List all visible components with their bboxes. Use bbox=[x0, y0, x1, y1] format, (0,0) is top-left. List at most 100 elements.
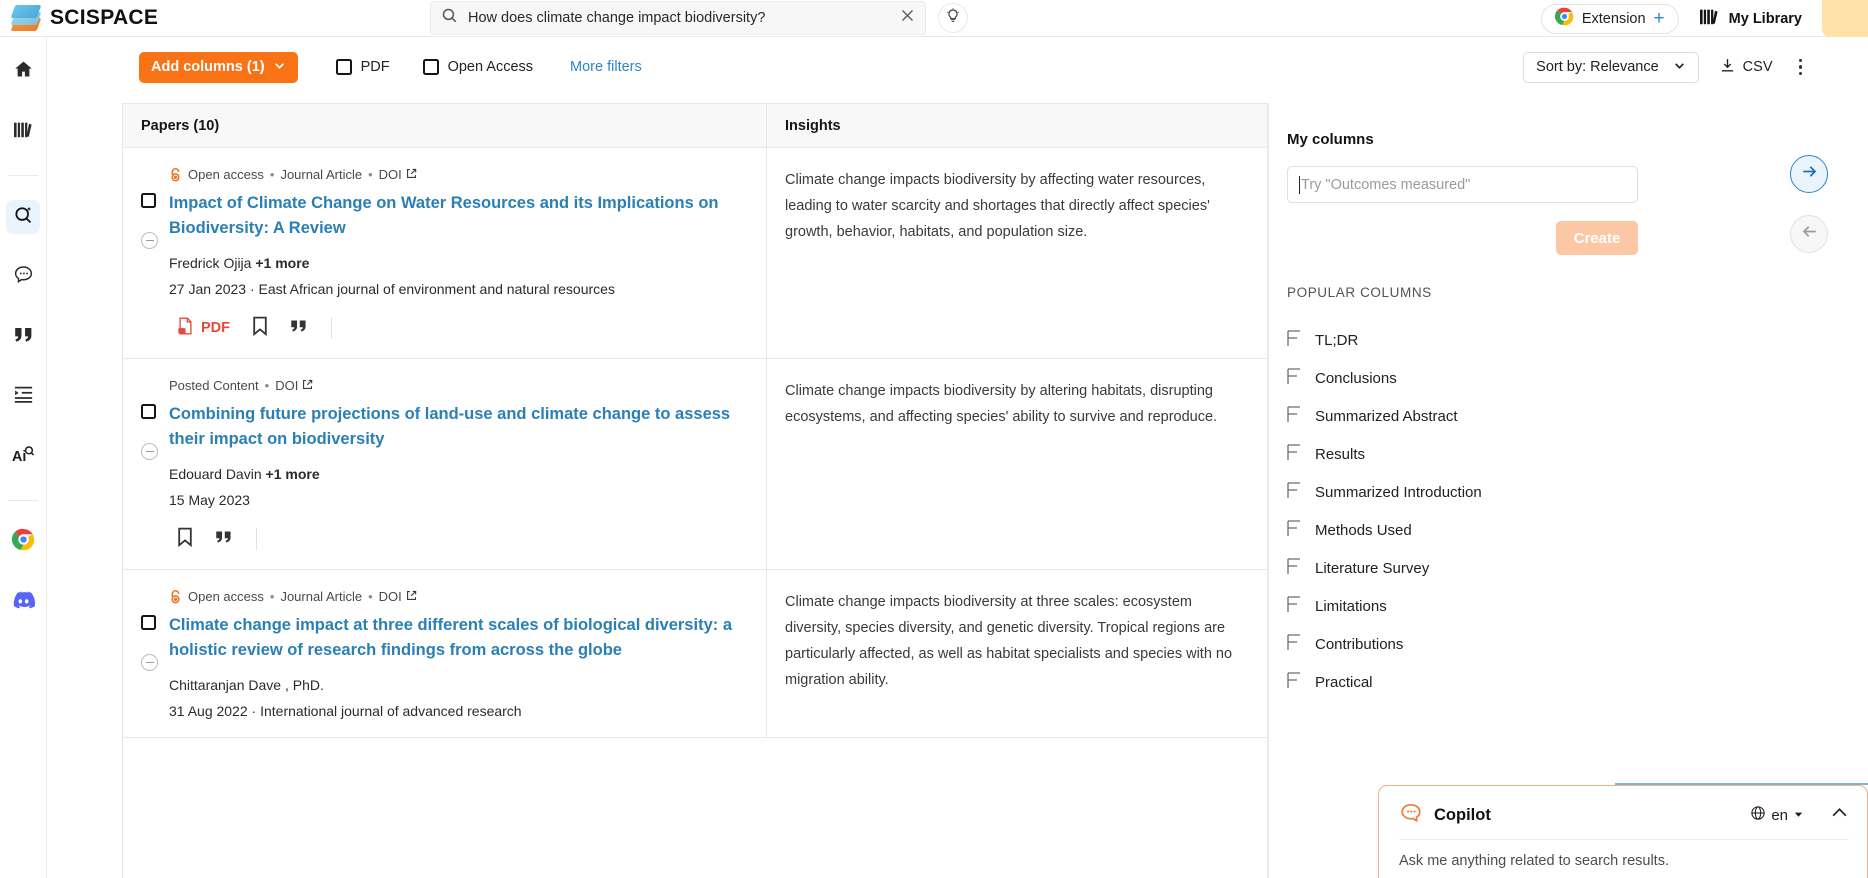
sidebar-item-ai-search[interactable] bbox=[6, 200, 40, 234]
list-item[interactable]: Summarized Introduction bbox=[1287, 473, 1768, 511]
paper-collapse-button[interactable] bbox=[141, 232, 158, 249]
paper-actions: PDF bbox=[169, 316, 748, 340]
sidebar-item-home[interactable] bbox=[6, 55, 40, 89]
scispace-app: SCISPACE How does climate change impact … bbox=[0, 0, 1868, 878]
sort-by-dropdown[interactable]: Sort by: Relevance bbox=[1523, 51, 1699, 83]
badge-separator: • bbox=[269, 589, 275, 604]
my-library-link[interactable]: My Library bbox=[1699, 7, 1802, 30]
search-bar[interactable]: How does climate change impact biodivers… bbox=[430, 1, 926, 35]
more-filters-link[interactable]: More filters bbox=[570, 59, 642, 75]
extension-button[interactable]: Extension + bbox=[1540, 3, 1679, 34]
column-label: Practical bbox=[1315, 673, 1373, 691]
chevron-down-icon bbox=[1793, 807, 1804, 824]
insights-column-header: Insights bbox=[767, 104, 1267, 147]
doi-link[interactable]: DOI bbox=[275, 378, 313, 393]
sidebar-item-chrome[interactable] bbox=[6, 525, 40, 559]
column-label: Methods Used bbox=[1315, 521, 1412, 539]
brand-name: SCISPACE bbox=[50, 6, 159, 29]
sidebar-divider-2 bbox=[8, 500, 38, 501]
sidebar-item-chat[interactable] bbox=[6, 260, 40, 294]
paper-title-row: Climate change impact at three different… bbox=[141, 613, 748, 671]
language-selector[interactable]: en bbox=[1750, 805, 1804, 825]
doi-link[interactable]: DOI bbox=[379, 589, 417, 604]
list-item[interactable]: Results bbox=[1287, 435, 1768, 473]
paper-authors: Chittaranjan Dave , PhD. bbox=[169, 677, 748, 693]
column-input-placeholder: Try "Outcomes measured" bbox=[1301, 176, 1471, 193]
list-item[interactable]: TL;DR bbox=[1287, 321, 1768, 359]
header-right-actions: Extension + My Library bbox=[1540, 0, 1868, 37]
bookmark-button[interactable] bbox=[169, 527, 215, 551]
date-separator: · bbox=[249, 281, 259, 297]
paper-date-journal: 31 Aug 2022 · International journal of a… bbox=[169, 703, 748, 719]
table-row: Posted Content • DOI Combining future pr… bbox=[123, 359, 1267, 570]
insight-text: Climate change impacts biodiversity by a… bbox=[785, 383, 1218, 425]
chevron-down-icon bbox=[1673, 59, 1686, 76]
chevron-up-icon[interactable] bbox=[1830, 803, 1849, 827]
more-authors-link[interactable]: +1 more bbox=[266, 466, 320, 482]
paper-authors: Fredrick Ojija +1 more bbox=[169, 255, 748, 271]
pdf-filter-label: PDF bbox=[360, 59, 390, 75]
create-column-button[interactable]: Create bbox=[1556, 221, 1638, 255]
cite-button[interactable] bbox=[215, 528, 254, 550]
sidebar-item-discord[interactable] bbox=[6, 585, 40, 619]
list-item[interactable]: Practical bbox=[1287, 663, 1768, 701]
doi-label: DOI bbox=[378, 167, 402, 182]
quote-icon bbox=[13, 326, 34, 348]
column-label: Results bbox=[1315, 445, 1366, 463]
paper-title-link[interactable]: Impact of Climate Change on Water Resour… bbox=[169, 191, 748, 241]
sidebar-item-paraphraser[interactable] bbox=[6, 380, 40, 414]
add-columns-button[interactable]: Add columns (1) bbox=[139, 51, 298, 83]
column-label: Literature Survey bbox=[1315, 559, 1430, 577]
export-csv-button[interactable]: CSV bbox=[1719, 57, 1773, 78]
paper-select-checkbox[interactable] bbox=[141, 615, 156, 630]
more-authors-link[interactable]: +1 more bbox=[255, 255, 309, 271]
insight-cell: Climate change impacts biodiversity by a… bbox=[767, 148, 1267, 358]
list-item[interactable]: Summarized Abstract bbox=[1287, 397, 1768, 435]
next-page-button[interactable] bbox=[1790, 155, 1828, 193]
column-label: Limitations bbox=[1315, 597, 1387, 615]
more-vertical-icon[interactable] bbox=[1793, 58, 1809, 76]
paper-select-checkbox[interactable] bbox=[141, 193, 156, 208]
chevron-down-icon bbox=[273, 59, 286, 76]
open-access-label: Open access bbox=[188, 589, 264, 604]
search-input[interactable]: How does climate change impact biodivers… bbox=[468, 10, 890, 26]
open-access-icon bbox=[169, 167, 182, 182]
doi-link[interactable]: DOI bbox=[379, 167, 417, 182]
column-label: Contributions bbox=[1315, 635, 1404, 653]
sidebar-item-ai-detector[interactable]: Ai bbox=[6, 440, 40, 474]
paper-title-link[interactable]: Climate change impact at three different… bbox=[169, 613, 748, 663]
app-header: SCISPACE How does climate change impact … bbox=[0, 0, 1868, 37]
sidebar-item-library[interactable] bbox=[6, 115, 40, 149]
date-separator: · bbox=[251, 703, 261, 719]
brand-logo-link[interactable]: SCISPACE bbox=[0, 3, 420, 33]
notification-tab[interactable] bbox=[1822, 0, 1868, 37]
paper-badges: Posted Content • DOI bbox=[141, 378, 748, 393]
list-item[interactable]: Methods Used bbox=[1287, 511, 1768, 549]
chrome-icon bbox=[11, 528, 35, 556]
close-icon[interactable] bbox=[900, 8, 915, 28]
bookmark-button[interactable] bbox=[252, 316, 290, 340]
pdf-filter-checkbox[interactable]: PDF bbox=[335, 59, 390, 75]
sidebar-item-citation[interactable] bbox=[6, 320, 40, 354]
lightbulb-icon bbox=[945, 7, 961, 29]
external-link-icon bbox=[406, 167, 417, 182]
paper-title-link[interactable]: Combining future projections of land-use… bbox=[169, 402, 748, 452]
add-columns-label: Add columns (1) bbox=[151, 59, 265, 75]
insights-bulb-button[interactable] bbox=[938, 3, 968, 33]
open-access-filter-checkbox[interactable]: Open Access bbox=[422, 59, 533, 75]
paper-collapse-button[interactable] bbox=[141, 443, 158, 460]
list-item[interactable]: Literature Survey bbox=[1287, 549, 1768, 587]
list-item[interactable]: Conclusions bbox=[1287, 359, 1768, 397]
paper-select-checkbox[interactable] bbox=[141, 404, 156, 419]
paper-collapse-button[interactable] bbox=[141, 654, 158, 671]
paper-date: 15 May 2023 bbox=[169, 492, 250, 508]
pdf-button[interactable]: PDF bbox=[169, 317, 252, 339]
cite-button[interactable] bbox=[290, 317, 329, 339]
prev-page-button[interactable] bbox=[1790, 215, 1828, 253]
list-item[interactable]: Limitations bbox=[1287, 587, 1768, 625]
paper-cell: Open access • Journal Article • DOI bbox=[123, 570, 767, 737]
csv-label: CSV bbox=[1742, 59, 1773, 75]
list-item[interactable]: Contributions bbox=[1287, 625, 1768, 663]
extension-add-icon[interactable]: + bbox=[1654, 9, 1665, 28]
column-name-input[interactable]: Try "Outcomes measured" bbox=[1287, 166, 1638, 203]
